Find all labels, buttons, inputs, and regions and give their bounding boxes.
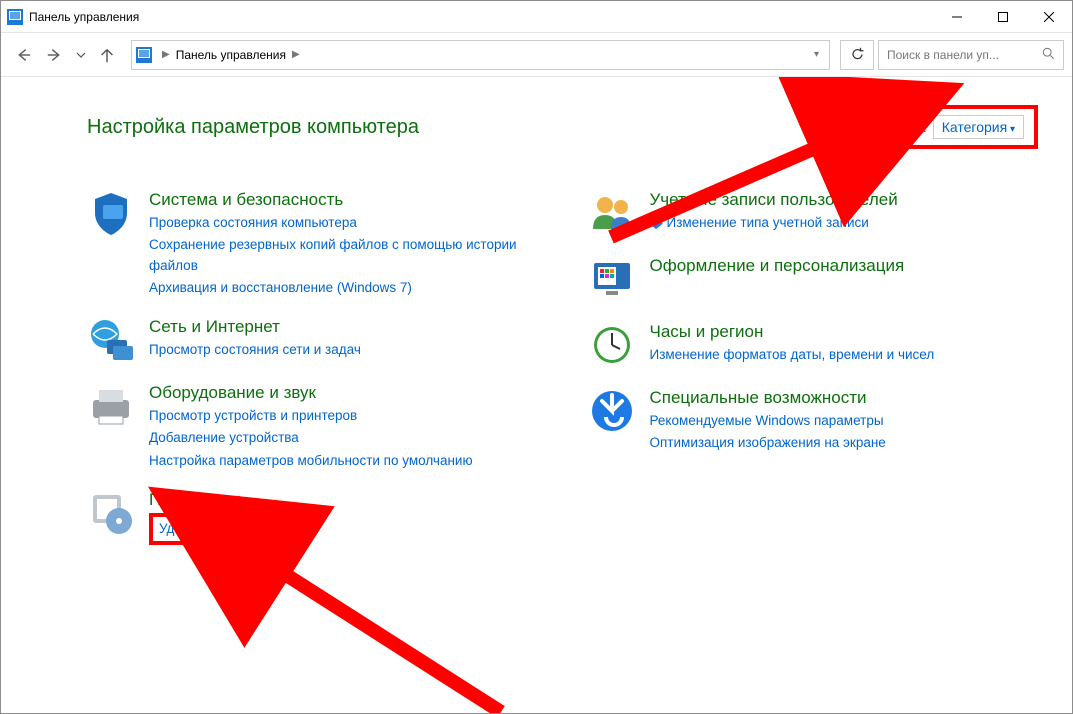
category-item: Учетные записи пользователейИзменение ти… [588, 189, 1039, 237]
window-title: Панель управления [29, 10, 934, 24]
minimize-button[interactable] [934, 1, 980, 32]
app-icon [7, 9, 23, 25]
search-icon [1042, 47, 1055, 63]
forward-button[interactable] [41, 41, 69, 69]
search-placeholder: Поиск в панели уп... [887, 48, 999, 62]
personalization-icon [588, 255, 636, 303]
category-item: Сеть и ИнтернетПросмотр состояния сети и… [87, 316, 538, 364]
close-button[interactable] [1026, 1, 1072, 32]
category-title[interactable]: Система и безопасность [149, 189, 538, 211]
category-item: Оборудование и звукПросмотр устройств и … [87, 382, 538, 471]
category-item: Оформление и персонализация [588, 255, 1039, 303]
chevron-right-icon: ▶ [156, 49, 176, 60]
category-title[interactable]: Специальные возможности [650, 387, 886, 409]
titlebar: Панель управления [1, 1, 1072, 33]
category-link[interactable]: Архивация и восстановление (Windows 7) [149, 278, 538, 298]
printer-devices-icon [87, 382, 135, 430]
category-link[interactable]: Рекомендуемые Windows параметры [650, 411, 886, 431]
category-body: Оборудование и звукПросмотр устройств и … [149, 382, 473, 471]
category-link[interactable]: Просмотр устройств и принтеров [149, 406, 473, 426]
accessibility-icon [588, 387, 636, 435]
recent-dropdown[interactable] [73, 41, 89, 69]
address-bar[interactable]: ▶ Панель управления ▶ ▾ [131, 40, 830, 70]
refresh-button[interactable] [840, 40, 874, 70]
category-body: Программы Удаление программы [149, 489, 304, 545]
category-link[interactable]: Просмотр состояния сети и задач [149, 340, 361, 360]
category-link[interactable]: Настройка параметров мобильности по умол… [149, 451, 473, 471]
category-link[interactable]: Удаление программы [159, 521, 294, 536]
clock-region-icon [588, 321, 636, 369]
category-body: Специальные возможностиРекомендуемые Win… [650, 387, 886, 454]
category-item: Специальные возможностиРекомендуемые Win… [588, 387, 1039, 454]
category-body: Сеть и ИнтернетПросмотр состояния сети и… [149, 316, 361, 364]
category-title[interactable]: Оформление и персонализация [650, 255, 905, 277]
category-link[interactable]: Сохранение резервных копий файлов с помо… [149, 235, 538, 276]
view-by-label: Просмотр: [859, 119, 927, 135]
category-title[interactable]: Часы и регион [650, 321, 935, 343]
annotation-arrow [231, 547, 531, 713]
category-link[interactable]: Изменение форматов даты, времени и чисел [650, 345, 935, 365]
chevron-right-icon[interactable]: ▶ [286, 49, 306, 60]
category-link[interactable]: Изменение типа учетной записи [650, 213, 898, 233]
breadcrumb-root[interactable]: Панель управления [176, 48, 286, 62]
category-body: Система и безопасностьПроверка состояния… [149, 189, 538, 298]
category-body: Учетные записи пользователейИзменение ти… [650, 189, 898, 237]
category-body: Оформление и персонализация [650, 255, 905, 303]
category-link[interactable]: Оптимизация изображения на экране [650, 433, 886, 453]
content-area: Настройка параметров компьютера Просмотр… [1, 77, 1072, 713]
address-icon [136, 47, 152, 63]
category-item: Программы Удаление программы [87, 489, 538, 545]
category-title[interactable]: Программы [149, 489, 304, 511]
category-link[interactable]: Проверка состояния компьютера [149, 213, 538, 233]
category-title[interactable]: Сеть и Интернет [149, 316, 361, 338]
view-by-control: Просмотр: Категория [845, 105, 1038, 149]
categories-container: Система и безопасностьПроверка состояния… [87, 189, 1038, 545]
back-button[interactable] [9, 41, 37, 69]
page-title: Настройка параметров компьютера [87, 116, 419, 139]
categories-right-column: Учетные записи пользователейИзменение ти… [588, 189, 1039, 545]
shield-monitor-icon [87, 189, 135, 237]
category-item: Система и безопасностьПроверка состояния… [87, 189, 538, 298]
programs-disc-icon [87, 489, 135, 537]
navbar: ▶ Панель управления ▶ ▾ Поиск в панели у… [1, 33, 1072, 77]
category-title[interactable]: Учетные записи пользователей [650, 189, 898, 211]
user-accounts-icon [588, 189, 636, 237]
view-by-dropdown[interactable]: Категория [933, 115, 1024, 139]
annotation-highlight: Удаление программы [149, 513, 304, 545]
search-box[interactable]: Поиск в панели уп... [878, 40, 1064, 70]
chevron-down-icon[interactable]: ▾ [808, 49, 825, 60]
maximize-button[interactable] [980, 1, 1026, 32]
window-controls [934, 1, 1072, 32]
globe-network-icon [87, 316, 135, 364]
content-header: Настройка параметров компьютера Просмотр… [87, 105, 1038, 149]
category-body: Часы и регионИзменение форматов даты, вр… [650, 321, 935, 369]
categories-left-column: Система и безопасностьПроверка состояния… [87, 189, 538, 545]
category-title[interactable]: Оборудование и звук [149, 382, 473, 404]
up-button[interactable] [93, 41, 121, 69]
category-item: Часы и регионИзменение форматов даты, вр… [588, 321, 1039, 369]
category-link[interactable]: Добавление устройства [149, 428, 473, 448]
control-panel-window: Панель управления ▶ Панель управления ▶ [0, 0, 1073, 714]
